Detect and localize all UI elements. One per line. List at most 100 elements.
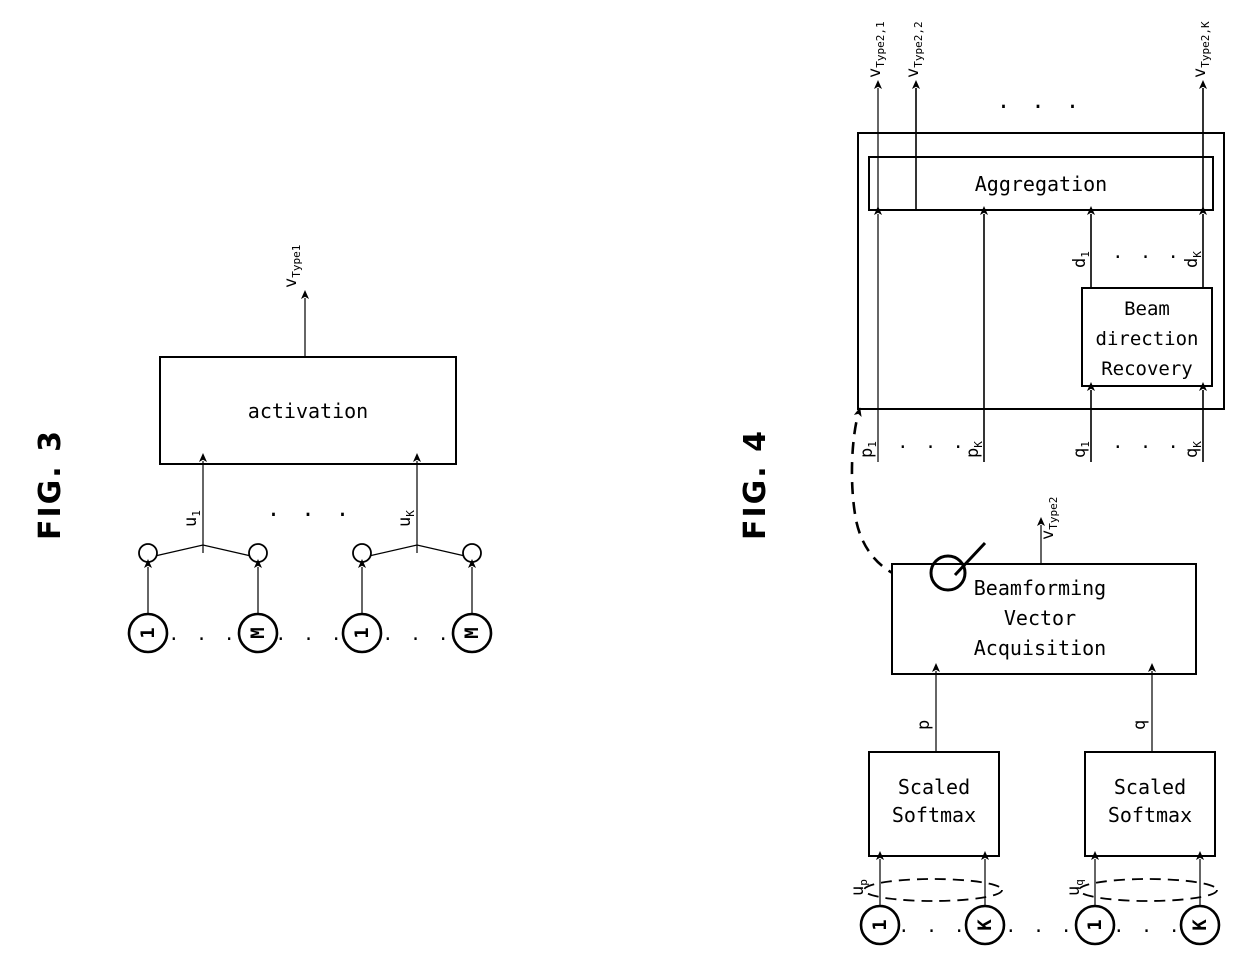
svg-text:q: q [1130,720,1150,730]
figure-4-up-base: u [848,886,868,896]
figure-4-bottom-group-separator-ellipsis: . . . [1005,916,1074,937]
svg-text:uq: uq [1064,879,1086,896]
svg-text:up: up [848,879,870,896]
figure-4-qk-base: q [1182,448,1202,458]
figure-4-dk-sub: K [1191,251,1204,258]
figure-4-output-1-sub: Type2,1 [874,21,887,67]
beam-recovery-line-1: Beam [1124,298,1170,320]
figure-4-node-label: 1 [869,919,891,930]
svg-text:u1: u1 [181,510,203,527]
figure-3-node-label: 1 [351,627,373,638]
figure-4-bundle-ellipse-left [863,878,1003,902]
figure-4-bottom-node-rk: K [1179,904,1221,946]
figure-4-q-label-1: q1 [1070,441,1092,458]
svg-text:vType2,1: vType2,1 [865,21,887,78]
figure-4-pk-base: p [963,448,983,458]
figure-3-output-label: vType1 [281,245,303,288]
figure-4-output-k-base: v [1190,68,1210,78]
figure-3-input-1-base: u [181,517,201,527]
figure-4-node-label: K [1189,919,1211,931]
figure-4-output-2-base: v [903,68,923,78]
figure-3-group2-ellipsis: . . . [382,624,451,645]
scaled-softmax-right-line-2: Softmax [1108,803,1192,827]
figure-4: FIG. 4 Aggregation vType2,1 vType2,2 vTy… [738,21,1225,946]
figure-3-group-separator-ellipsis: . . . [275,624,344,645]
figure-4-output-label-k: vType2,K [1190,21,1212,78]
figure-3-input-1-sub: 1 [190,510,203,517]
svg-text:q1: q1 [1070,441,1092,458]
figure-4-beamforming-output-label: vType2 [1038,497,1060,540]
figure-4-softmax-q-base: q [1130,720,1150,730]
figure-4-q-ellipsis: . . . [1112,432,1181,453]
beam-recovery-line-3: Recovery [1101,358,1193,380]
figure-3-node-label: M [461,627,483,638]
figure-4-output-ellipsis: . . . [997,89,1083,114]
figure-3-node-1a: 1 [127,612,169,654]
figure-3-caption: FIG. 3 [33,429,68,540]
figure-4-dk-base: d [1182,258,1202,268]
figure-4-bundle-label-q: uq [1064,879,1086,896]
figure-4-caption: FIG. 4 [738,429,773,540]
figure-4-output-label-1: vType2,1 [865,21,887,78]
patent-figure-page: FIG. 3 vType1 activation u1 uK . . . 1 .… [0,0,1240,957]
figure-3-node-2m: M [451,612,493,654]
figure-4-up-sub: p [857,879,870,886]
figure-canvas: FIG. 3 vType1 activation u1 uK . . . 1 .… [33,21,1225,946]
figure-4-qk-sub: K [1191,441,1204,448]
beamforming-line-1: Beamforming [974,576,1106,600]
svg-text:vType2,2: vType2,2 [903,21,925,78]
figure-4-p1-base: p [857,448,877,458]
figure-4-uq-base: u [1064,886,1084,896]
beamforming-line-3: Acquisition [974,636,1106,660]
scaled-softmax-left-line-1: Scaled [898,775,970,799]
figure-3-input-k-base: u [395,517,415,527]
figure-3-input-label-1: u1 [181,510,203,527]
svg-text:qK: qK [1182,441,1204,458]
figure-4-node-label: 1 [1084,919,1106,930]
figure-4-bundle-ellipse-right [1078,878,1218,902]
figure-4-vtype2-base: v [1038,530,1058,540]
figure-4-bottom-left-ellipsis: . . . [898,916,967,937]
figure-4-uq-sub: q [1073,879,1086,886]
figure-4-bottom-node-l1: 1 [859,904,901,946]
figure-4-q-label-k: qK [1182,441,1204,458]
figure-4-p-label-1: p1 [857,441,879,458]
figure-4-bottom-node-lk: K [964,904,1006,946]
figure-4-output-2-sub: Type2,2 [912,21,925,67]
figure-4-bundle-label-p: up [848,879,870,896]
svg-text:vType2,K: vType2,K [1190,21,1212,78]
svg-text:vType1: vType1 [281,245,303,288]
figure-3-group1-ellipsis: . . . [168,624,237,645]
figure-4-bottom-node-r1: 1 [1074,904,1116,946]
figure-3-input-ellipsis: . . . [267,497,353,522]
figure-4-bottom-right-ellipsis: . . . [1113,916,1182,937]
figure-4-node-label: K [974,919,996,931]
figure-4-q1-sub: 1 [1079,441,1092,448]
figure-4-softmax-output-label-p: p [914,720,934,730]
figure-3: FIG. 3 vType1 activation u1 uK . . . 1 .… [33,245,493,654]
activation-box-label: activation [248,399,368,423]
figure-4-softmax-output-label-q: q [1130,720,1150,730]
figure-3-small-node [462,543,482,563]
figure-3-output-base: v [281,278,301,288]
figure-4-d-ellipsis: . . . [1112,242,1181,263]
scaled-softmax-left-line-2: Softmax [892,803,976,827]
figure-3-node-1m: M [237,612,279,654]
svg-text:p: p [914,720,934,730]
svg-text:uK: uK [395,510,417,527]
figure-3-small-node [248,543,268,563]
beam-recovery-line-2: direction [1096,328,1199,350]
figure-3-node-label: 1 [137,627,159,638]
figure-3-small-node [352,543,372,563]
figure-4-d1-sub: 1 [1079,251,1092,258]
figure-4-output-label-2: vType2,2 [903,21,925,78]
figure-4-output-k-sub: Type2,K [1199,21,1212,68]
figure-4-d1-base: d [1070,258,1090,268]
svg-text:p1: p1 [857,441,879,458]
figure-4-output-1-base: v [865,68,885,78]
figure-3-small-node [138,543,158,563]
figure-4-p-ellipsis: . . . [897,432,966,453]
figure-4-vtype2-sub: Type2 [1047,497,1060,530]
figure-3-output-sub: Type1 [290,245,303,278]
figure-3-input-label-k: uK [395,510,417,527]
